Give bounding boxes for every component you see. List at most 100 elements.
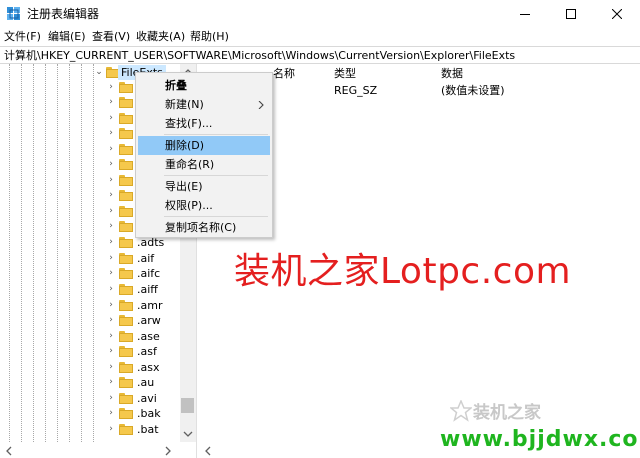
menu-help[interactable]: 帮助(H)	[190, 28, 229, 46]
tree-item-asf[interactable]: › .asf	[0, 344, 180, 359]
menu-item-rename[interactable]: 重命名(R)	[138, 155, 270, 174]
tree-item-arw[interactable]: › .arw	[0, 313, 180, 328]
chevron-right-icon[interactable]: ›	[106, 95, 116, 110]
chevron-right-icon[interactable]: ›	[106, 282, 116, 297]
menu-item-new[interactable]: 新建(N)	[138, 95, 270, 114]
column-name-header[interactable]: 名称	[273, 66, 295, 81]
tree-item-avi[interactable]: › .avi	[0, 391, 180, 406]
chevron-right-icon[interactable]: ›	[106, 173, 116, 188]
folder-icon	[119, 159, 133, 170]
menu-edit[interactable]: 编辑(E)	[48, 28, 86, 46]
scroll-right-icon[interactable]	[164, 446, 172, 456]
column-data-header[interactable]: 数据	[441, 66, 463, 81]
tree-item-label: .ase	[137, 330, 160, 343]
tree-item-aif[interactable]: › .aif	[0, 251, 180, 266]
tree-item-bat[interactable]: › .bat	[0, 422, 180, 437]
chevron-right-icon[interactable]: ›	[106, 142, 116, 157]
value-data-cell[interactable]: (数值未设置)	[441, 83, 505, 98]
chevron-right-icon[interactable]: ›	[106, 344, 116, 359]
scroll-left-icon[interactable]	[204, 446, 212, 456]
menu-separator	[164, 216, 268, 217]
context-menu: 折叠 新建(N) 查找(F)... 删除(D) 重命名(R) 导出(E) 权限(…	[135, 72, 273, 238]
folder-icon	[119, 284, 133, 295]
chevron-right-icon[interactable]: ›	[106, 298, 116, 313]
folder-icon	[119, 97, 133, 108]
tree-scroll-thumb[interactable]	[181, 398, 194, 413]
menu-item-delete[interactable]: 删除(D)	[138, 136, 270, 155]
address-path[interactable]: 计算机\HKEY_CURRENT_USER\SOFTWARE\Microsoft…	[4, 48, 515, 63]
chevron-right-icon[interactable]: ›	[106, 126, 116, 141]
tree-item-label: .amr	[137, 299, 163, 312]
folder-icon	[119, 346, 133, 357]
tree-item-label: .au	[137, 376, 155, 389]
menu-bar: 文件(F) 编辑(E) 查看(V) 收藏夹(A) 帮助(H)	[0, 28, 640, 46]
chevron-right-icon[interactable]: ›	[106, 219, 116, 234]
column-type-header[interactable]: 类型	[334, 66, 356, 81]
folder-icon	[119, 424, 133, 435]
chevron-right-icon[interactable]: ›	[106, 422, 116, 437]
chevron-right-icon[interactable]: ›	[106, 329, 116, 344]
chevron-right-icon[interactable]: ›	[106, 80, 116, 95]
tree-item-label: .arw	[137, 314, 161, 327]
chevron-right-icon[interactable]: ›	[106, 111, 116, 126]
tree-item-aiff[interactable]: › .aiff	[0, 282, 180, 297]
window-title: 注册表编辑器	[27, 7, 100, 21]
folder-icon	[119, 362, 133, 373]
menu-item-find[interactable]: 查找(F)...	[138, 114, 270, 133]
minimize-icon	[520, 14, 530, 15]
tree-item-aifc[interactable]: › .aifc	[0, 266, 180, 281]
tree-item-amr[interactable]: › .amr	[0, 298, 180, 313]
chevron-right-icon[interactable]: ›	[106, 235, 116, 250]
chevron-right-icon[interactable]: ›	[106, 157, 116, 172]
menu-favorites[interactable]: 收藏夹(A)	[136, 28, 185, 46]
folder-icon	[119, 175, 133, 186]
folder-icon	[119, 144, 133, 155]
tree-horizontal-scrollbar[interactable]	[0, 442, 196, 458]
watermark-logo-text: 装机之家	[473, 403, 541, 423]
folder-icon	[119, 300, 133, 311]
folder-icon	[119, 206, 133, 217]
maximize-button[interactable]	[548, 0, 594, 28]
close-button[interactable]	[594, 0, 640, 28]
watermark-main: 装机之家Lotpc.com	[234, 251, 572, 292]
scroll-left-icon[interactable]	[5, 446, 13, 456]
tree-item-label: .avi	[137, 392, 157, 405]
chevron-right-icon[interactable]: ›	[106, 266, 116, 281]
folder-icon	[119, 237, 133, 248]
chevron-down-icon[interactable]: ⌄	[94, 65, 104, 80]
menu-item-permissions[interactable]: 权限(P)...	[138, 196, 270, 215]
folder-icon	[119, 253, 133, 264]
star-logo-icon	[450, 400, 472, 422]
tree-item-label: .asx	[137, 361, 160, 374]
chevron-right-icon[interactable]: ›	[106, 391, 116, 406]
menu-item-export[interactable]: 导出(E)	[138, 177, 270, 196]
tree-item-ase[interactable]: › .ase	[0, 329, 180, 344]
watermark-url: www.bjjdwx.com	[440, 427, 640, 452]
tree-item-label: .aifc	[137, 267, 161, 280]
value-type-cell[interactable]: REG_SZ	[334, 83, 377, 98]
regedit-app-icon	[7, 7, 20, 20]
chevron-right-icon[interactable]: ›	[106, 406, 116, 421]
chevron-right-icon[interactable]: ›	[106, 188, 116, 203]
tree-item-label: .bak	[137, 407, 161, 420]
minimize-button[interactable]	[502, 0, 548, 28]
menu-item-copy-key-name[interactable]: 复制项名称(C)	[138, 218, 270, 237]
tree-item-bak[interactable]: › .bak	[0, 406, 180, 421]
title-bar[interactable]: 注册表编辑器	[0, 0, 640, 28]
chevron-right-icon[interactable]: ›	[106, 251, 116, 266]
address-bar[interactable]: 计算机\HKEY_CURRENT_USER\SOFTWARE\Microsoft…	[0, 46, 640, 64]
chevron-right-icon[interactable]: ›	[106, 375, 116, 390]
tree-item-asx[interactable]: › .asx	[0, 360, 180, 375]
menu-item-collapse[interactable]: 折叠	[138, 76, 270, 95]
tree-item-au[interactable]: › .au	[0, 375, 180, 390]
menu-view[interactable]: 查看(V)	[92, 28, 130, 46]
close-icon	[612, 9, 622, 19]
chevron-right-icon[interactable]: ›	[106, 204, 116, 219]
scroll-down-icon[interactable]	[183, 430, 193, 438]
chevron-right-icon[interactable]: ›	[106, 360, 116, 375]
tree-item-label: .asf	[137, 345, 157, 358]
chevron-right-icon[interactable]: ›	[106, 313, 116, 328]
menu-file[interactable]: 文件(F)	[4, 28, 41, 46]
submenu-arrow-icon	[258, 101, 264, 109]
folder-icon	[119, 331, 133, 342]
